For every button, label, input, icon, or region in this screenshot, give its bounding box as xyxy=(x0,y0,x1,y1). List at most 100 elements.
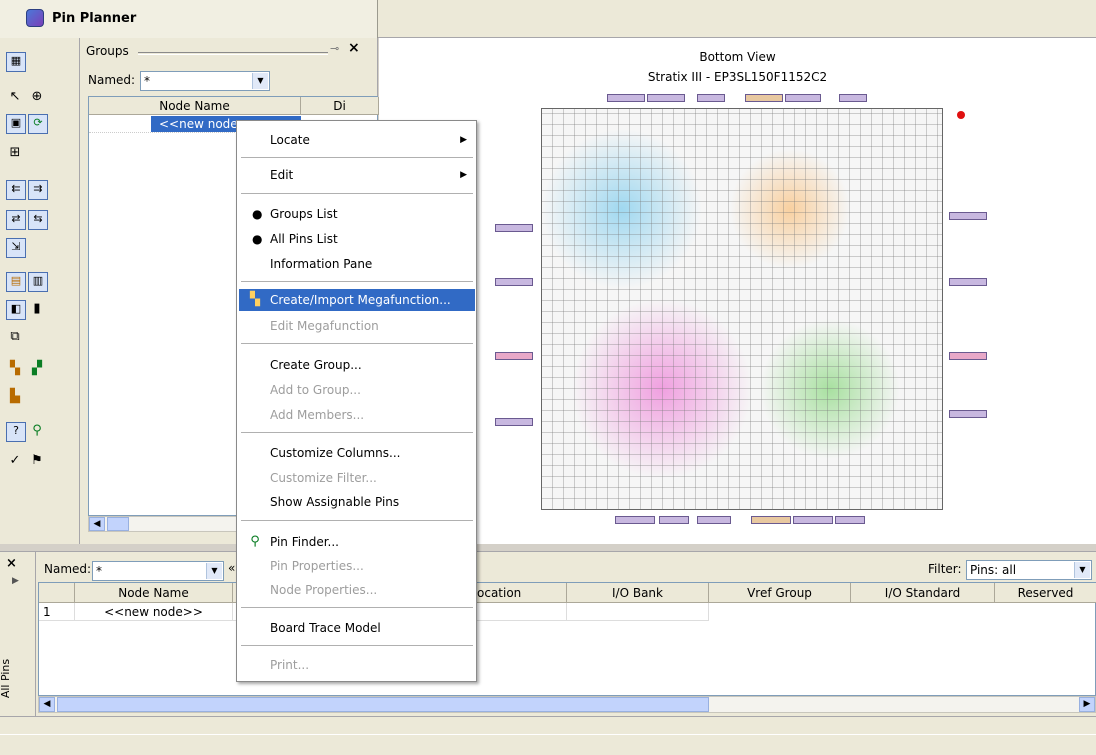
import-icon[interactable]: ▞ xyxy=(28,360,46,378)
scroll-right-icon[interactable]: ▶ xyxy=(1079,697,1095,712)
chevron-down-icon[interactable]: ▼ xyxy=(252,73,268,89)
menu-item-label: Show Assignable Pins xyxy=(270,495,400,509)
menu-item-print[interactable]: Print... xyxy=(239,654,475,676)
pins-named-combo[interactable]: * ▼ xyxy=(92,561,224,581)
scroll-thumb[interactable] xyxy=(107,517,129,531)
menu-item-pin-finder[interactable]: ⚲ Pin Finder... xyxy=(239,531,475,553)
menu-item-edit-megafunction[interactable]: Edit Megafunction xyxy=(239,315,475,337)
pin-planner-icon xyxy=(26,9,44,27)
column-pin-icon[interactable]: ▮ xyxy=(28,300,46,318)
status-bar-lower xyxy=(0,734,1096,755)
menu-separator xyxy=(241,193,473,194)
column-header-node-name[interactable]: Node Name xyxy=(75,583,233,603)
filter-value: Pins: all xyxy=(970,563,1017,577)
menu-item-all-pins-list[interactable]: ● All Pins List xyxy=(239,228,475,250)
menu-item-locate[interactable]: Locate ▶ xyxy=(239,129,475,151)
row-cell-io-bank[interactable] xyxy=(567,603,709,621)
bank-label xyxy=(785,94,821,102)
close-icon[interactable]: × xyxy=(348,40,360,56)
pin-planner-tab[interactable]: Pin Planner xyxy=(0,0,378,38)
pin-panel-icon[interactable]: ⊸ xyxy=(330,42,339,55)
check-icon[interactable]: ✓ xyxy=(6,452,24,470)
column-header-index[interactable] xyxy=(39,583,75,603)
all-pins-tab-label: All Pins xyxy=(0,658,13,699)
column-header-io-bank[interactable]: I/O Bank xyxy=(567,583,709,603)
report-icon[interactable]: ⧉ xyxy=(6,328,24,346)
bank-right-icon[interactable]: ⇉ xyxy=(28,180,48,200)
bank-label xyxy=(697,516,731,524)
bank-label xyxy=(495,224,533,232)
fit-view-icon[interactable]: ⊞ xyxy=(6,144,24,162)
megafunction-tool-icon[interactable]: ▚ xyxy=(6,360,24,378)
refresh-icon[interactable]: ⟳ xyxy=(28,114,48,134)
window-title: Pin Planner xyxy=(52,11,137,26)
menu-separator xyxy=(241,157,473,158)
menu-item-edit[interactable]: Edit ▶ xyxy=(239,164,475,186)
horizontal-scrollbar[interactable]: ◀ ▶ xyxy=(38,696,1096,713)
close-icon[interactable]: × xyxy=(6,556,17,571)
column-header-vref-group[interactable]: Vref Group xyxy=(709,583,851,603)
all-pins-tab[interactable]: × ▶ All Pins xyxy=(0,552,36,717)
column-header-direction[interactable]: Di xyxy=(301,97,379,115)
column-header-node-name[interactable]: Node Name xyxy=(89,97,301,115)
menu-item-add-members[interactable]: Add Members... xyxy=(239,404,475,426)
help-icon[interactable]: ? xyxy=(6,422,26,442)
flag-icon[interactable]: ⚑ xyxy=(28,452,46,470)
bank-label xyxy=(659,516,689,524)
scroll-left-icon[interactable]: ◀ xyxy=(89,517,105,531)
check-bullet-icon: ● xyxy=(252,232,263,246)
panel-grip[interactable] xyxy=(138,52,328,55)
export-icon[interactable]: ▙ xyxy=(6,388,24,406)
pad-view-icon[interactable]: ◧ xyxy=(6,300,26,320)
menu-item-pin-properties[interactable]: Pin Properties... xyxy=(239,555,475,577)
menu-item-label: Create/Import Megafunction... xyxy=(270,293,451,307)
scroll-thumb[interactable] xyxy=(57,697,709,712)
pin-legend-icon[interactable]: ▦ xyxy=(6,52,26,72)
filter-combo[interactable]: Pins: all ▼ xyxy=(966,560,1092,580)
groups-named-combo[interactable]: * ▼ xyxy=(140,71,270,91)
zoom-icon[interactable]: ⊕ xyxy=(28,88,46,106)
view-pin-icon[interactable]: ▣ xyxy=(6,114,26,134)
row-cell-node[interactable]: <<new node>> xyxy=(75,603,233,621)
vref-icon[interactable]: ▥ xyxy=(28,272,48,292)
menu-item-label: Create Group... xyxy=(270,358,362,372)
chevron-down-icon[interactable]: ▼ xyxy=(206,563,222,579)
bank-label xyxy=(647,94,685,102)
menu-item-label: Edit Megafunction xyxy=(270,319,379,333)
scroll-left-icon[interactable]: ◀ xyxy=(39,697,55,712)
menu-item-customize-filter[interactable]: Customize Filter... xyxy=(239,467,475,489)
pin-grid[interactable] xyxy=(541,108,943,510)
bank-left-icon[interactable]: ⇇ xyxy=(6,180,26,200)
expand-icon[interactable]: ▶ xyxy=(12,576,19,586)
menu-item-add-to-group[interactable]: Add to Group... xyxy=(239,379,475,401)
bank-label xyxy=(949,212,987,220)
menu-item-groups-list[interactable]: ● Groups List xyxy=(239,203,475,225)
menu-item-label: Information Pane xyxy=(270,257,373,271)
chevron-down-icon[interactable]: ▼ xyxy=(1074,562,1090,578)
collapse-button[interactable]: « xyxy=(228,561,235,575)
menu-separator xyxy=(241,432,473,433)
bank-label xyxy=(495,352,533,360)
diff-pin-icon[interactable]: ⇄ xyxy=(6,210,26,230)
menu-item-show-assignable-pins[interactable]: Show Assignable Pins xyxy=(239,491,475,513)
menu-item-label: Add to Group... xyxy=(270,383,361,397)
menu-item-create-group[interactable]: Create Group... xyxy=(239,354,475,376)
menu-item-information-pane[interactable]: Information Pane xyxy=(239,253,475,275)
menu-item-node-properties[interactable]: Node Properties... xyxy=(239,579,475,601)
column-header-reserved[interactable]: Reserved xyxy=(995,583,1096,603)
package-view[interactable]: Bottom View Stratix III - EP3SL150F1152C… xyxy=(379,38,1096,544)
menu-separator xyxy=(241,645,473,646)
select-pointer-icon[interactable]: ↖ xyxy=(6,88,24,106)
move-pin-icon[interactable]: ⇲ xyxy=(6,238,26,258)
io-bank-icon[interactable]: ▤ xyxy=(6,272,26,292)
diff-pair-icon[interactable]: ⇆ xyxy=(28,210,48,230)
chevron-right-icon: ▶ xyxy=(460,135,467,145)
menu-item-board-trace-model[interactable]: Board Trace Model xyxy=(239,617,475,639)
menu-item-create-import-megafunction[interactable]: ▚ Create/Import Megafunction... xyxy=(239,289,475,311)
menu-item-customize-columns[interactable]: Customize Columns... xyxy=(239,442,475,464)
pin-finder-tool-icon[interactable]: ⚲ xyxy=(28,422,46,440)
column-header-io-standard[interactable]: I/O Standard xyxy=(851,583,995,603)
bank-label xyxy=(793,516,833,524)
menu-separator xyxy=(241,281,473,282)
menu-separator xyxy=(241,607,473,608)
